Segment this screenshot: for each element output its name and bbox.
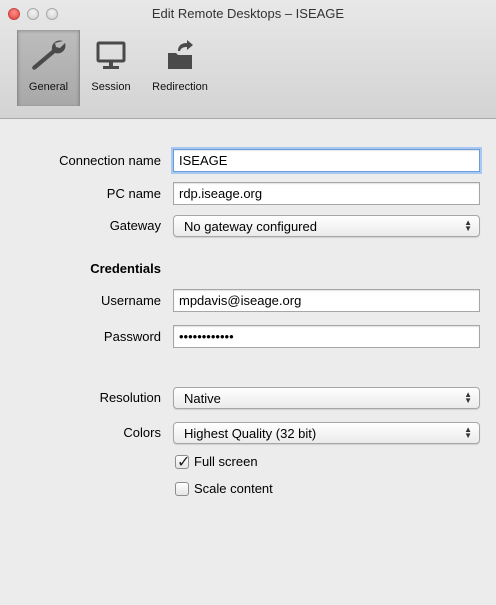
colors-select[interactable]: Highest Quality (32 bit) ▲ ▼ (173, 422, 480, 444)
resolution-value: Native (184, 391, 221, 406)
tab-session-label: Session (91, 81, 131, 93)
gateway-label: Gateway (109, 218, 161, 233)
scale-content-box[interactable] (175, 481, 189, 496)
monitor-icon (96, 41, 126, 69)
tab-general[interactable]: General (17, 30, 80, 106)
pc-name-label: PC name (106, 186, 161, 201)
updown-arrows-icon: ▲ ▼ (464, 390, 472, 405)
toolbar-tabs: General Session Redirection (17, 30, 222, 106)
updown-arrows-icon: ▲ ▼ (464, 425, 472, 440)
password-input[interactable]: •••••••••••• (173, 325, 480, 348)
tab-redirection[interactable]: Redirection (142, 30, 218, 106)
username-label: Username (101, 293, 161, 308)
colors-value: Highest Quality (32 bit) (184, 426, 317, 441)
tab-redirection-label: Redirection (152, 81, 208, 93)
resolution-select[interactable]: Native ▲ ▼ (173, 387, 480, 409)
scale-content-checkbox[interactable]: Scale content (175, 481, 273, 496)
pc-name-input[interactable]: rdp.iseage.org (173, 182, 480, 205)
connection-name-label: Connection name (59, 153, 161, 168)
gateway-select[interactable]: No gateway configured ▲ ▼ (173, 215, 480, 237)
window-title: Edit Remote Desktops – ISEAGE (151, 6, 345, 21)
full-screen-label: Full screen (194, 454, 258, 469)
username-input[interactable]: mpdavis@iseage.org (173, 289, 480, 312)
wrench-icon (31, 40, 65, 70)
tab-general-label: General (28, 81, 69, 93)
resolution-label: Resolution (99, 390, 161, 405)
connection-name-input[interactable]: ISEAGE (173, 149, 480, 172)
edit-remote-desktop-window: Edit Remote Desktops – ISEAGE General Se… (0, 0, 496, 605)
scale-content-label: Scale content (194, 481, 273, 496)
full-screen-box[interactable]: ✓ (175, 453, 191, 471)
colors-label: Colors (123, 425, 161, 440)
tab-session[interactable]: Session (84, 30, 138, 106)
updown-arrows-icon: ▲ ▼ (464, 218, 472, 233)
general-pane: Connection name ISEAGE PC name rdp.iseag… (0, 120, 496, 605)
folder-redirect-icon (168, 40, 193, 69)
full-screen-checkbox[interactable]: ✓ Full screen (175, 453, 258, 471)
titlebar-toolbar: Edit Remote Desktops – ISEAGE General Se… (0, 0, 496, 119)
password-label: Password (103, 329, 161, 344)
checkmark-icon: ✓ (177, 453, 191, 471)
gateway-value: No gateway configured (184, 219, 317, 234)
credentials-heading: Credentials (90, 261, 161, 276)
